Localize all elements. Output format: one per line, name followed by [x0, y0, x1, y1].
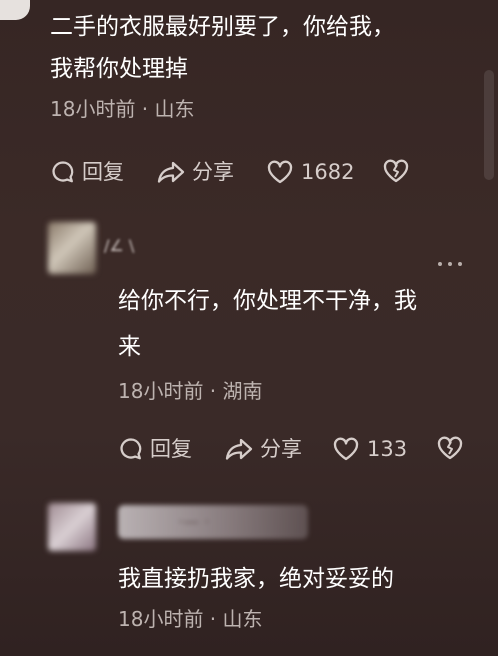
- username-text: ·— ·: [178, 512, 210, 531]
- comment-2: 给你不行，你处理不干净，我 来 18小时前 · 湖南: [118, 282, 478, 404]
- share-button[interactable]: 分享: [224, 435, 302, 463]
- comment-text-line-2: 来: [118, 334, 141, 360]
- username-text: /∠ \: [104, 236, 135, 255]
- more-dots-icon: [436, 254, 464, 273]
- avatar-partial[interactable]: [0, 0, 30, 20]
- share-arrow-icon: [156, 159, 186, 185]
- reply-button[interactable]: 回复: [50, 158, 124, 186]
- heart-icon: [266, 159, 294, 185]
- username[interactable]: /∠ \: [104, 236, 174, 258]
- more-button[interactable]: [436, 254, 464, 266]
- comment-3: 我直接扔我家，绝对妥妥的 18小时前 · 山东: [118, 560, 478, 632]
- avatar[interactable]: [48, 503, 96, 551]
- reply-button[interactable]: 回复: [118, 435, 192, 463]
- comment-2-actions: 回复 分享 133: [118, 435, 478, 465]
- comment-1: 二手的衣服最好别要了，你给我， 我帮你处理掉 18小时前 · 山东: [50, 8, 490, 122]
- reply-label: 回复: [150, 437, 192, 461]
- username[interactable]: ·— ·: [118, 505, 308, 539]
- avatar[interactable]: [48, 222, 96, 274]
- comment-text-line-1: 我直接扔我家，绝对妥妥的: [118, 566, 394, 592]
- comment-text-line-2: 我帮你处理掉: [50, 56, 188, 82]
- like-button[interactable]: 1682: [266, 158, 354, 186]
- like-button[interactable]: 133: [332, 435, 407, 463]
- comment-meta: 18小时前 · 山东: [118, 607, 263, 631]
- comment-text-line-1: 给你不行，你处理不干净，我: [118, 288, 417, 314]
- comment-1-actions: 回复 分享 1682: [50, 158, 470, 188]
- reply-label: 回复: [82, 160, 124, 184]
- share-label: 分享: [192, 160, 234, 184]
- broken-heart-icon: [382, 158, 410, 184]
- comment-meta: 18小时前 · 山东: [50, 97, 195, 121]
- share-button[interactable]: 分享: [156, 158, 234, 186]
- dislike-button[interactable]: [436, 435, 464, 461]
- comment-bubble-icon: [118, 436, 144, 462]
- share-arrow-icon: [224, 436, 254, 462]
- comment-meta: 18小时前 · 湖南: [118, 379, 263, 403]
- like-count: 1682: [301, 160, 355, 184]
- heart-icon: [332, 436, 360, 462]
- broken-heart-icon: [436, 435, 464, 461]
- comment-text-line-1: 二手的衣服最好别要了，你给我，: [50, 14, 395, 40]
- share-label: 分享: [260, 437, 302, 461]
- comment-bubble-icon: [50, 159, 76, 185]
- like-count: 133: [367, 437, 408, 461]
- dislike-button[interactable]: [382, 158, 410, 184]
